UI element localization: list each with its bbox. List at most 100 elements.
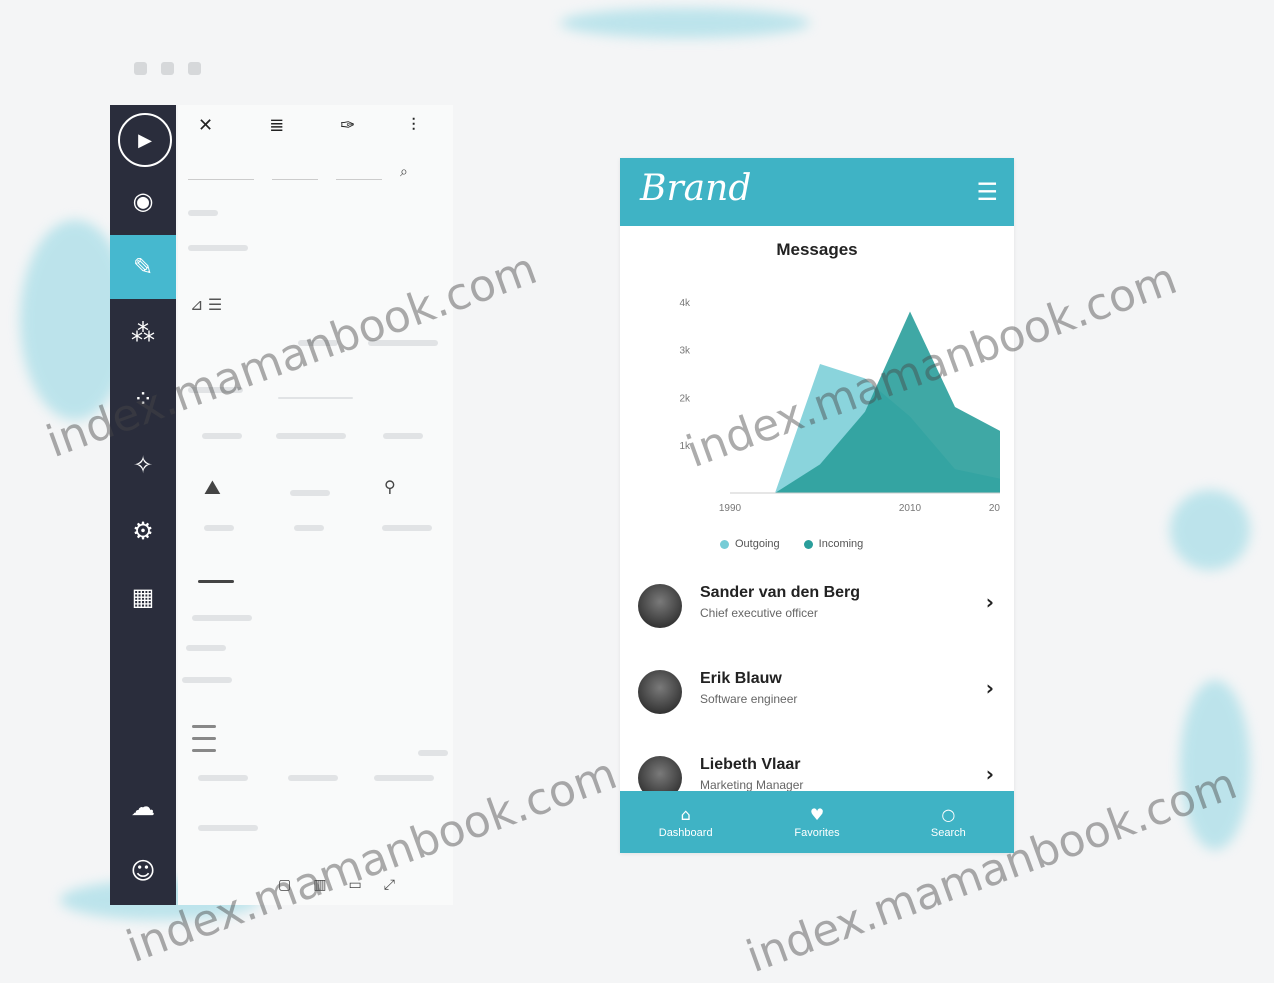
phone-preview: Brand ☰ Messages 1k 2k 3k 4k 1990 2010 2020 Ou…	[620, 158, 1014, 853]
legend-item-outgoing: Outgoing	[720, 538, 780, 550]
preview-play-button[interactable]: ▶	[118, 113, 172, 167]
prop-bar	[192, 749, 216, 752]
search-icon[interactable]: ⌕	[400, 163, 408, 180]
cloud-icon: ☁	[131, 793, 155, 821]
avatar	[638, 584, 682, 628]
prop-bar	[186, 645, 226, 651]
contact-role: Marketing Manager	[700, 778, 804, 792]
sidebar-tool-view[interactable]: ◉	[110, 169, 176, 233]
legend-item-incoming: Incoming	[803, 538, 864, 550]
wand-icon: ✧	[132, 451, 154, 479]
prop-bar	[276, 433, 346, 439]
panel-toolbar: ✕ ≣ ✑ ⫶	[198, 115, 416, 136]
prop-bar	[188, 210, 218, 216]
align-icons[interactable]: ⊿ ☰	[190, 295, 222, 315]
pencil-icon: ✎	[132, 253, 154, 281]
y-tick-label: 4k	[679, 298, 691, 309]
chart-icon[interactable]: ⫶	[411, 115, 416, 136]
window-control-close[interactable]	[134, 62, 147, 75]
prop-bar	[198, 775, 248, 781]
image-icon: ▦	[131, 583, 155, 611]
panel-tabs: ⌕	[188, 163, 408, 180]
chevron-right-icon: ›	[985, 590, 994, 614]
nav-search[interactable]: ○ Search	[883, 791, 1014, 853]
prop-bar	[198, 825, 258, 831]
sidebar-tool-user[interactable]: ☺	[110, 839, 176, 903]
columns-icon[interactable]: ▥	[313, 877, 326, 893]
prop-bar	[192, 737, 216, 740]
messages-area-chart: 1k 2k 3k 4k 1990 2010 2020	[679, 298, 1000, 514]
brand-logo: Brand	[640, 168, 752, 209]
prop-bar	[294, 525, 324, 531]
expand-icon[interactable]: ⤢	[384, 877, 395, 893]
legend-dot	[720, 539, 729, 549]
window-controls	[134, 62, 201, 75]
prop-bar	[288, 775, 338, 781]
prop-bar	[278, 397, 353, 399]
panel-tab-2[interactable]	[272, 163, 318, 180]
nav-favorites[interactable]: ♥ Favorites	[751, 791, 882, 853]
panel-tab-3[interactable]	[336, 163, 382, 180]
decor-blob	[1170, 490, 1250, 570]
window-control-minimize[interactable]	[161, 62, 174, 75]
prop-bar	[204, 525, 234, 531]
prop-bar	[182, 677, 232, 683]
y-tick-label: 3k	[679, 346, 691, 357]
sidebar-tool-edit[interactable]: ✎	[110, 235, 176, 299]
landscape-icon[interactable]: ⛰	[204, 477, 221, 500]
contact-role: Software engineer	[700, 692, 798, 706]
x-tick-label: 2020	[989, 503, 1000, 514]
hamburger-menu-icon[interactable]: ☰	[976, 178, 998, 206]
x-tick-label: 1990	[719, 503, 742, 514]
contact-item[interactable]: Erik Blauw Software engineer ›	[620, 652, 1014, 738]
prop-bar	[188, 387, 243, 393]
panel-tab-1[interactable]	[188, 163, 254, 180]
monitor-icon[interactable]: ▭	[348, 877, 361, 893]
brush-icon[interactable]: ✑	[340, 115, 355, 136]
contact-role: Chief executive officer	[700, 606, 818, 620]
contact-item[interactable]: Sander van den Berg Chief executive offi…	[620, 566, 1014, 652]
contact-name: Sander van den Berg	[700, 584, 861, 601]
prop-bar	[198, 580, 234, 583]
grid-icon: ⁘	[132, 385, 154, 413]
prop-bar	[418, 750, 448, 756]
user-icon: ☺	[130, 857, 156, 885]
prop-bar	[290, 490, 330, 496]
sidebar-tool-hierarchy[interactable]: ⁂	[110, 301, 176, 365]
sidebar-tool-grid[interactable]: ⁘	[110, 367, 176, 431]
inspector-panel: ✕ ≣ ✑ ⫶ ⌕ ⊿ ☰ ⛰ ⚲ ▢ ▥ ▭ ⤢	[178, 105, 453, 905]
layers-icon[interactable]: ≣	[269, 115, 284, 136]
nav-label: Search	[930, 827, 966, 839]
legend-dot	[803, 539, 813, 549]
prop-bar	[192, 725, 216, 728]
prop-bar	[374, 775, 434, 781]
tools-icon[interactable]: ✕	[198, 115, 213, 136]
nav-dashboard[interactable]: ⌂ Dashboard	[620, 791, 751, 853]
decor-blob	[560, 8, 810, 38]
play-icon: ▶	[138, 129, 152, 150]
tool-sidebar: ▶ ◉ ✎ ⁂ ⁘ ✧ ⚙ ▦ ☁ ☺	[110, 105, 176, 905]
search-icon: ○	[941, 805, 956, 824]
app-header: Brand ☰	[620, 158, 1014, 226]
sidebar-tool-cloud[interactable]: ☁	[110, 775, 176, 839]
prop-bar	[202, 433, 242, 439]
gear-icon: ⚙	[132, 517, 154, 545]
chevron-right-icon: ›	[985, 762, 994, 786]
legend-label: Incoming	[818, 538, 864, 550]
sidebar-tool-wand[interactable]: ✧	[110, 433, 176, 497]
prop-bar	[382, 525, 432, 531]
avatar	[638, 670, 682, 714]
sidebar-tool-settings[interactable]: ⚙	[110, 499, 176, 563]
window-control-maximize[interactable]	[188, 62, 201, 75]
home-icon: ⌂	[680, 805, 691, 824]
bottom-nav: ⌂ Dashboard ♥ Favorites ○ Search	[620, 791, 1014, 853]
x-tick-label: 2010	[899, 503, 922, 514]
chevron-right-icon: ›	[985, 676, 994, 700]
contact-name: Liebeth Vlaar	[700, 756, 801, 773]
sidebar-tool-image[interactable]: ▦	[110, 565, 176, 629]
pin-icon[interactable]: ⚲	[384, 477, 396, 497]
nav-label: Dashboard	[658, 827, 713, 839]
hierarchy-icon: ⁂	[131, 319, 155, 347]
frame-icon[interactable]: ▢	[278, 877, 291, 893]
prop-bar	[192, 615, 252, 621]
